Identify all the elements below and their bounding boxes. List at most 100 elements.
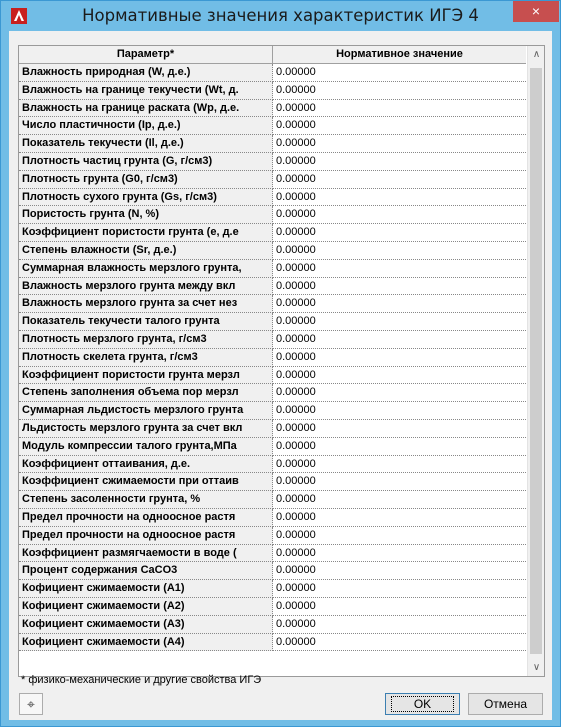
parameter-cell: Плотность сухого грунта (Gs, г/см3) (19, 188, 273, 207)
value-cell[interactable]: 0.00000 (273, 135, 526, 153)
value-cell[interactable]: 0.00000 (273, 616, 526, 634)
table-row[interactable]: Показатель текучести (Il, д.е.) 0.00000 (19, 135, 526, 153)
value-cell[interactable]: 0.00000 (273, 349, 526, 367)
parameter-cell: Предел прочности на одноосное растя (19, 526, 273, 545)
parameter-cell: Кофициент сжимаемости (A4) (19, 633, 273, 652)
table-row[interactable]: Влажность на границе раската (Wp, д.е. 0.… (19, 99, 526, 118)
value-cell[interactable]: 0.00000 (273, 100, 526, 118)
parameter-cell: Коэффициент оттаивания, д.е. (19, 455, 273, 474)
scroll-thumb[interactable] (530, 68, 542, 654)
value-cell[interactable]: 0.00000 (273, 634, 526, 652)
parameter-cell: Степень влажности (Sr, д.е.) (19, 241, 273, 260)
dialog-window: Нормативные значения характеристик ИГЭ 4… (0, 0, 561, 727)
table-row[interactable]: Процент содержания CaCO3 0.00000 (19, 562, 526, 581)
window-title: Нормативные значения характеристик ИГЭ 4 (82, 6, 479, 25)
value-cell[interactable]: 0.00000 (273, 206, 526, 225)
grid-rows: Влажность природная (W, д.е.) 0.00000 Влаж… (19, 64, 526, 652)
parameter-cell: Пористость грунта (N, %) (19, 206, 273, 225)
footnote: * физико-механические и другие свойства … (21, 674, 262, 686)
value-cell[interactable]: 0.00000 (273, 367, 526, 385)
table-row[interactable]: Коэффициент пористости грунта мерзл 0.000… (19, 366, 526, 385)
pick-point-button[interactable]: ⌖ (19, 693, 43, 715)
table-row[interactable]: Степень засоленности грунта, % 0.00000 (19, 491, 526, 509)
value-cell[interactable]: 0.00000 (273, 313, 526, 331)
value-cell[interactable]: 0.00000 (273, 278, 526, 296)
parameter-cell: Кофициент сжимаемости (A1) (19, 580, 273, 598)
parameter-cell: Степень заполнения объема пор мерзл (19, 384, 273, 403)
table-row[interactable]: Показатель текучести талого грунта 0.0000… (19, 313, 526, 331)
value-cell[interactable]: 0.00000 (273, 562, 526, 581)
properties-grid[interactable]: Параметр* Нормативное значение Влажность… (18, 45, 545, 677)
table-row[interactable]: Плотность грунта (G0, г/см3) 0.00000 (19, 170, 526, 189)
table-row[interactable]: Кофициент сжимаемости (A2) 0.00000 (19, 597, 526, 616)
value-cell[interactable]: 0.00000 (273, 509, 526, 527)
scroll-down-icon[interactable]: ∨ (528, 659, 544, 676)
value-cell[interactable]: 0.00000 (273, 402, 526, 420)
value-cell[interactable]: 0.00000 (273, 420, 526, 438)
parameter-cell: Плотность мерзлого грунта, г/см3 (19, 330, 273, 349)
table-row[interactable]: Плотность скелета грунта, г/см3 0.00000 (19, 348, 526, 367)
table-row[interactable]: Льдистость мерзлого грунта за счет вкл 0.… (19, 419, 526, 438)
value-cell[interactable]: 0.00000 (273, 295, 526, 314)
cancel-button[interactable]: Отмена (468, 693, 543, 715)
ok-button-label: OK (390, 696, 455, 712)
table-row[interactable]: Суммарная влажность мерзлого грунта, 0.00… (19, 259, 526, 278)
value-cell[interactable]: 0.00000 (273, 117, 526, 136)
parameter-cell: Влажность мерзлого грунта между вкл (19, 277, 273, 296)
value-cell[interactable]: 0.00000 (273, 260, 526, 278)
table-row[interactable]: Предел прочности на одноосное растя 0.000… (19, 508, 526, 527)
value-cell[interactable]: 0.00000 (273, 242, 526, 260)
scroll-up-icon[interactable]: ∧ (528, 46, 544, 63)
table-row[interactable]: Суммарная льдистость мерзлого грунта 0.00… (19, 402, 526, 420)
close-button[interactable]: × (513, 1, 559, 22)
title-bar[interactable]: Нормативные значения характеристик ИГЭ 4… (1, 1, 560, 31)
parameter-cell: Число пластичности (Ip, д.е.) (19, 117, 273, 136)
table-row[interactable]: Коэффициент сжимаемости при оттаив 0.0000… (19, 473, 526, 492)
table-row[interactable]: Коэффициент оттаивания, д.е. 0.00000 (19, 455, 526, 474)
parameter-cell: Влажность на границе текучести (Wt, д. (19, 81, 273, 100)
value-cell[interactable]: 0.00000 (273, 189, 526, 207)
value-cell[interactable]: 0.00000 (273, 545, 526, 563)
value-cell[interactable]: 0.00000 (273, 153, 526, 171)
value-cell[interactable]: 0.00000 (273, 456, 526, 474)
table-row[interactable]: Влажность мерзлого грунта между вкл 0.000… (19, 277, 526, 296)
value-cell[interactable]: 0.00000 (273, 384, 526, 403)
table-row[interactable]: Степень влажности (Sr, д.е.) 0.00000 (19, 241, 526, 260)
value-cell[interactable]: 0.00000 (273, 598, 526, 616)
table-row[interactable]: Коэффициент пористости грунта (e, д.е 0.0… (19, 224, 526, 242)
table-row[interactable]: Предел прочности на одноосное растя 0.000… (19, 526, 526, 545)
value-cell[interactable]: 0.00000 (273, 82, 526, 100)
parameter-cell: Влажность природная (W, д.е.) (19, 64, 273, 82)
table-row[interactable]: Влажность мерзлого грунта за счет нез 0.0… (19, 295, 526, 314)
table-row[interactable]: Плотность частиц грунта (G, г/см3) 0.0000… (19, 152, 526, 171)
value-cell[interactable]: 0.00000 (273, 438, 526, 456)
value-cell[interactable]: 0.00000 (273, 331, 526, 349)
table-row[interactable]: Кофициент сжимаемости (A4) 0.00000 (19, 633, 526, 652)
value-cell[interactable]: 0.00000 (273, 224, 526, 242)
table-row[interactable]: Степень заполнения объема пор мерзл 0.000… (19, 384, 526, 403)
ok-button[interactable]: OK (385, 693, 460, 715)
value-cell[interactable]: 0.00000 (273, 580, 526, 598)
table-row[interactable]: Кофициент сжимаемости (A1) 0.00000 (19, 580, 526, 598)
value-cell[interactable]: 0.00000 (273, 527, 526, 545)
column-header-parameter[interactable]: Параметр* (19, 46, 273, 63)
table-row[interactable]: Кофициент сжимаемости (A3) 0.00000 (19, 615, 526, 634)
value-cell[interactable]: 0.00000 (273, 491, 526, 509)
column-header-value[interactable]: Нормативное значение (273, 46, 526, 63)
value-cell[interactable]: 0.00000 (273, 473, 526, 492)
table-row[interactable]: Плотность сухого грунта (Gs, г/см3) 0.000… (19, 188, 526, 207)
table-row[interactable]: Влажность на границе текучести (Wt, д. 0.… (19, 81, 526, 100)
table-row[interactable]: Влажность природная (W, д.е.) 0.00000 (19, 64, 526, 82)
grid-header: Параметр* Нормативное значение (19, 46, 526, 64)
value-cell[interactable]: 0.00000 (273, 171, 526, 189)
table-row[interactable]: Коэффициент размягчаемости в воде (0.000… (19, 544, 526, 563)
table-row[interactable]: Число пластичности (Ip, д.е.) 0.00000 (19, 117, 526, 136)
table-row[interactable]: Плотность мерзлого грунта, г/см3 0.00000 (19, 330, 526, 349)
vertical-scrollbar[interactable]: ∧ ∨ (527, 46, 544, 676)
parameter-cell: Модуль компрессии талого грунта,МПа (19, 437, 273, 456)
table-row[interactable]: Пористость грунта (N, %) 0.00000 (19, 206, 526, 225)
parameter-cell: Суммарная льдистость мерзлого грунта (19, 402, 273, 420)
value-cell[interactable]: 0.00000 (273, 64, 526, 82)
parameter-cell: Плотность частиц грунта (G, г/см3) (19, 152, 273, 171)
table-row[interactable]: Модуль компрессии талого грунта,МПа 0.000… (19, 437, 526, 456)
